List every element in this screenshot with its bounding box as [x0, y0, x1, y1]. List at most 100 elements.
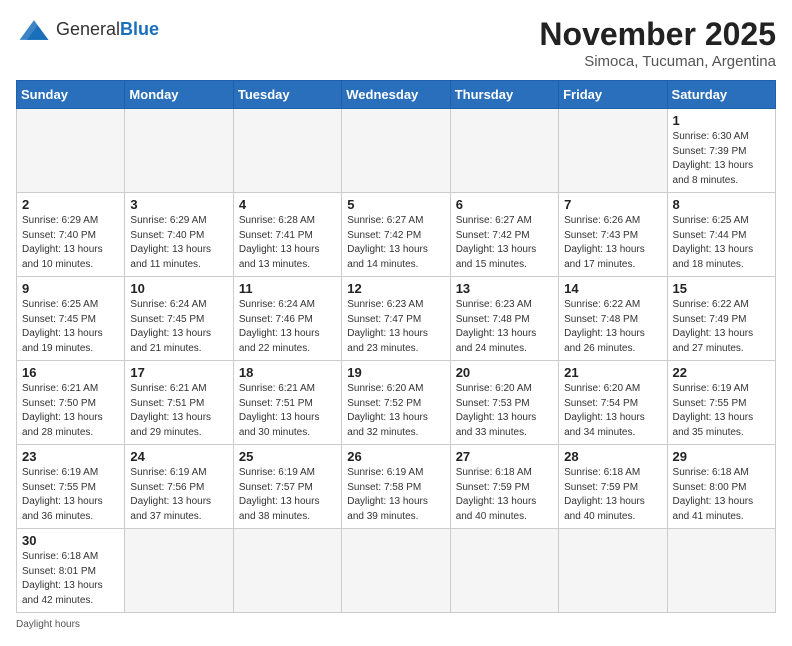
day-info: Sunrise: 6:24 AM Sunset: 7:45 PM Dayligh…	[130, 298, 227, 356]
day-info: Sunrise: 6:30 AM Sunset: 7:39 PM Dayligh…	[673, 130, 770, 188]
calendar-week-4: 23 Sunrise: 6:19 AM Sunset: 7:55 PM Dayli…	[17, 445, 776, 529]
calendar-cell: 20 Sunrise: 6:20 AM Sunset: 7:53 PM Dayli…	[450, 361, 558, 445]
footer-note: Daylight hours	[16, 619, 776, 630]
calendar-cell: 28Sunrise: 6:18 AM Sunset: 7:59 PM Dayli…	[559, 445, 667, 529]
day-info: Sunrise: 6:22 AM Sunset: 7:49 PM Dayligh…	[673, 298, 770, 356]
calendar-cell	[125, 109, 233, 193]
logo-general: General	[56, 19, 120, 39]
day-number: 13	[456, 281, 553, 296]
calendar-cell	[125, 529, 233, 613]
logo-text: GeneralBlue	[56, 20, 159, 40]
day-info: Sunrise: 6:26 AM Sunset: 7:43 PM Dayligh…	[564, 214, 661, 272]
calendar-cell: 22 Sunrise: 6:19 AM Sunset: 7:55 PM Dayli…	[667, 361, 775, 445]
col-header-monday: Monday	[125, 81, 233, 109]
day-number: 18	[239, 365, 336, 380]
day-number: 8	[673, 197, 770, 212]
month-title: November 2025	[539, 16, 776, 53]
day-info: Sunrise: 6:22 AM Sunset: 7:48 PM Dayligh…	[564, 298, 661, 356]
calendar-cell: 21 Sunrise: 6:20 AM Sunset: 7:54 PM Dayli…	[559, 361, 667, 445]
calendar-cell: 23 Sunrise: 6:19 AM Sunset: 7:55 PM Dayli…	[17, 445, 125, 529]
day-number: 20	[456, 365, 553, 380]
calendar-cell: 6Sunrise: 6:27 AM Sunset: 7:42 PM Daylig…	[450, 193, 558, 277]
day-info: Sunrise: 6:19 AM Sunset: 7:58 PM Dayligh…	[347, 466, 444, 524]
location: Simoca, Tucuman, Argentina	[539, 53, 776, 70]
day-number: 7	[564, 197, 661, 212]
day-info: Sunrise: 6:18 AM Sunset: 8:00 PM Dayligh…	[673, 466, 770, 524]
day-info: Sunrise: 6:27 AM Sunset: 7:42 PM Dayligh…	[456, 214, 553, 272]
day-info: Sunrise: 6:18 AM Sunset: 7:59 PM Dayligh…	[456, 466, 553, 524]
day-number: 3	[130, 197, 227, 212]
calendar-week-5: 30Sunrise: 6:18 AM Sunset: 8:01 PM Dayli…	[17, 529, 776, 613]
calendar-cell: 5Sunrise: 6:27 AM Sunset: 7:42 PM Daylig…	[342, 193, 450, 277]
calendar-cell: 9 Sunrise: 6:25 AM Sunset: 7:45 PM Daylig…	[17, 277, 125, 361]
calendar-cell: 15 Sunrise: 6:22 AM Sunset: 7:49 PM Dayli…	[667, 277, 775, 361]
col-header-tuesday: Tuesday	[233, 81, 341, 109]
calendar-cell	[342, 109, 450, 193]
day-number: 9	[22, 281, 119, 296]
calendar-week-1: 2 Sunrise: 6:29 AM Sunset: 7:40 PM Daylig…	[17, 193, 776, 277]
day-number: 1	[673, 113, 770, 128]
day-info: Sunrise: 6:21 AM Sunset: 7:51 PM Dayligh…	[130, 382, 227, 440]
day-info: Sunrise: 6:20 AM Sunset: 7:54 PM Dayligh…	[564, 382, 661, 440]
calendar-cell	[233, 109, 341, 193]
calendar-cell: 8 Sunrise: 6:25 AM Sunset: 7:44 PM Daylig…	[667, 193, 775, 277]
calendar-cell	[17, 109, 125, 193]
day-number: 27	[456, 449, 553, 464]
calendar-week-3: 16Sunrise: 6:21 AM Sunset: 7:50 PM Dayli…	[17, 361, 776, 445]
day-number: 28	[564, 449, 661, 464]
logo-blue: Blue	[120, 19, 159, 39]
calendar-cell: 25Sunrise: 6:19 AM Sunset: 7:57 PM Dayli…	[233, 445, 341, 529]
day-number: 16	[22, 365, 119, 380]
calendar-cell: 27 Sunrise: 6:18 AM Sunset: 7:59 PM Dayli…	[450, 445, 558, 529]
day-number: 2	[22, 197, 119, 212]
day-number: 21	[564, 365, 661, 380]
calendar-cell: 24 Sunrise: 6:19 AM Sunset: 7:56 PM Dayli…	[125, 445, 233, 529]
calendar-table: SundayMondayTuesdayWednesdayThursdayFrid…	[16, 80, 776, 613]
calendar-week-0: 1 Sunrise: 6:30 AM Sunset: 7:39 PM Daylig…	[17, 109, 776, 193]
calendar-cell: 17 Sunrise: 6:21 AM Sunset: 7:51 PM Dayli…	[125, 361, 233, 445]
day-number: 29	[673, 449, 770, 464]
day-info: Sunrise: 6:19 AM Sunset: 7:56 PM Dayligh…	[130, 466, 227, 524]
day-info: Sunrise: 6:19 AM Sunset: 7:55 PM Dayligh…	[673, 382, 770, 440]
day-number: 22	[673, 365, 770, 380]
day-number: 4	[239, 197, 336, 212]
calendar-cell	[342, 529, 450, 613]
calendar-cell: 11Sunrise: 6:24 AM Sunset: 7:46 PM Dayli…	[233, 277, 341, 361]
day-number: 17	[130, 365, 227, 380]
day-number: 30	[22, 533, 119, 548]
calendar-cell: 26Sunrise: 6:19 AM Sunset: 7:58 PM Dayli…	[342, 445, 450, 529]
calendar-cell: 10 Sunrise: 6:24 AM Sunset: 7:45 PM Dayli…	[125, 277, 233, 361]
day-info: Sunrise: 6:29 AM Sunset: 7:40 PM Dayligh…	[130, 214, 227, 272]
day-info: Sunrise: 6:25 AM Sunset: 7:44 PM Dayligh…	[673, 214, 770, 272]
calendar-cell: 30Sunrise: 6:18 AM Sunset: 8:01 PM Dayli…	[17, 529, 125, 613]
day-number: 14	[564, 281, 661, 296]
day-info: Sunrise: 6:19 AM Sunset: 7:55 PM Dayligh…	[22, 466, 119, 524]
calendar-cell	[667, 529, 775, 613]
day-number: 11	[239, 281, 336, 296]
calendar-cell	[233, 529, 341, 613]
calendar-cell: 12 Sunrise: 6:23 AM Sunset: 7:47 PM Dayli…	[342, 277, 450, 361]
col-header-saturday: Saturday	[667, 81, 775, 109]
day-info: Sunrise: 6:27 AM Sunset: 7:42 PM Dayligh…	[347, 214, 444, 272]
day-number: 12	[347, 281, 444, 296]
calendar-cell	[450, 529, 558, 613]
day-info: Sunrise: 6:20 AM Sunset: 7:52 PM Dayligh…	[347, 382, 444, 440]
col-header-thursday: Thursday	[450, 81, 558, 109]
calendar-cell	[559, 529, 667, 613]
footer-note-text: Daylight hours	[16, 619, 80, 630]
title-block: November 2025 Simoca, Tucuman, Argentina	[539, 16, 776, 70]
calendar-cell: 13Sunrise: 6:23 AM Sunset: 7:48 PM Dayli…	[450, 277, 558, 361]
day-info: Sunrise: 6:23 AM Sunset: 7:47 PM Dayligh…	[347, 298, 444, 356]
day-info: Sunrise: 6:29 AM Sunset: 7:40 PM Dayligh…	[22, 214, 119, 272]
calendar-cell: 3 Sunrise: 6:29 AM Sunset: 7:40 PM Daylig…	[125, 193, 233, 277]
calendar-cell: 16Sunrise: 6:21 AM Sunset: 7:50 PM Dayli…	[17, 361, 125, 445]
calendar-cell: 1 Sunrise: 6:30 AM Sunset: 7:39 PM Daylig…	[667, 109, 775, 193]
day-info: Sunrise: 6:25 AM Sunset: 7:45 PM Dayligh…	[22, 298, 119, 356]
day-number: 15	[673, 281, 770, 296]
day-info: Sunrise: 6:20 AM Sunset: 7:53 PM Dayligh…	[456, 382, 553, 440]
day-number: 24	[130, 449, 227, 464]
page-header: GeneralBlue November 2025 Simoca, Tucuma…	[16, 16, 776, 70]
day-number: 25	[239, 449, 336, 464]
day-number: 10	[130, 281, 227, 296]
day-number: 23	[22, 449, 119, 464]
